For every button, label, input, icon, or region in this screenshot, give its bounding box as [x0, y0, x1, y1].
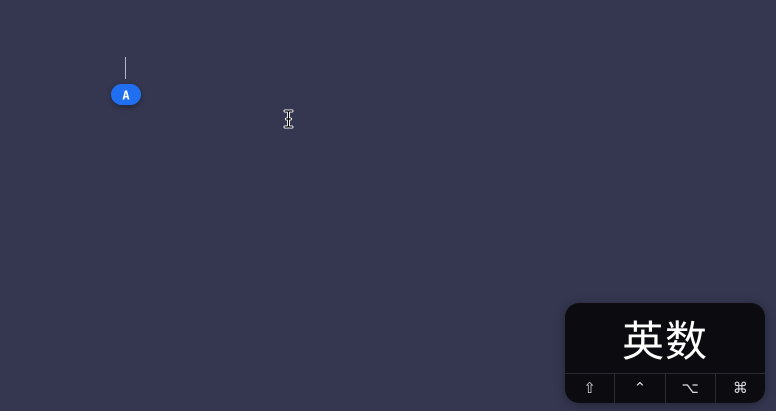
text-caret: [125, 57, 126, 79]
option-key-icon: ⌥: [666, 374, 716, 403]
input-mode-title: 英数: [621, 316, 708, 366]
desktop-canvas: A 英数 ⇧ ⌃ ⌥ ⌘: [0, 0, 776, 411]
input-method-hud: 英数 ⇧ ⌃ ⌥ ⌘: [565, 303, 765, 403]
control-key-icon: ⌃: [615, 374, 666, 403]
modifier-key-row: ⇧ ⌃ ⌥ ⌘: [565, 373, 765, 403]
input-mode-letter: A: [122, 88, 130, 102]
shift-key-icon: ⇧: [565, 374, 616, 403]
ibeam-cursor-icon: [282, 109, 295, 129]
input-mode-badge: A: [111, 84, 141, 105]
command-key-icon: ⌘: [732, 379, 748, 397]
